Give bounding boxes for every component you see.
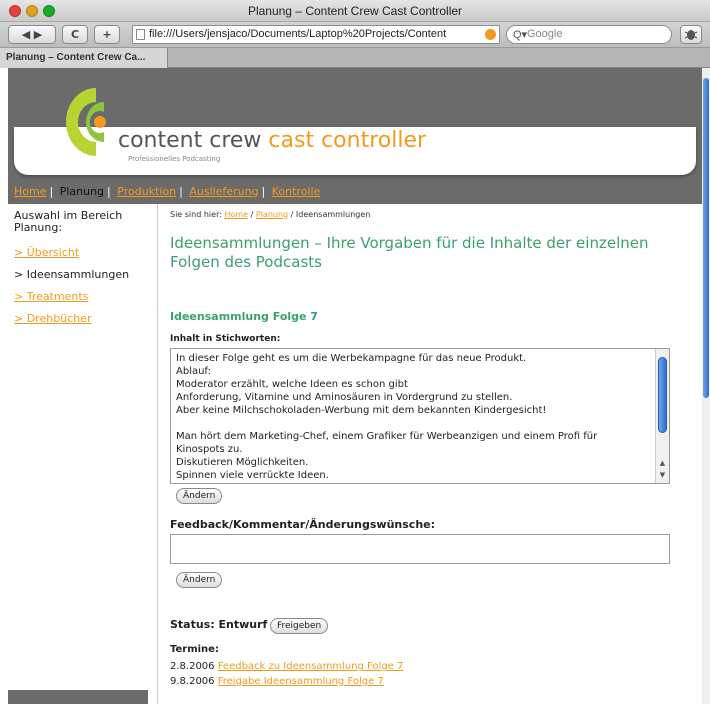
content-line: Kinospots zu. [176,444,243,455]
content-line: Moderator erzählt, welche Ideen es schon… [176,379,408,390]
bug-report-button[interactable] [680,25,702,44]
back-forward-button[interactable]: ◀ ▶ [8,25,56,44]
breadcrumb-separator: / [250,210,254,219]
browser-toolbar: ◀ ▶ C + file:///Users/jensjaco/Documents… [0,22,710,48]
content-line: Spinnen viele verrückte Ideen. [176,470,329,481]
search-field[interactable]: Q▾ Google [506,25,672,44]
tagline: Professionelles Podcasting [128,155,221,163]
termin-item: 2.8.2006 Feedback zu Ideensammlung Folge… [170,661,403,672]
tab-planung[interactable]: Planung – Content Crew Ca... [0,48,168,68]
content-line [176,417,656,430]
termin-link[interactable]: Freigabe Ideensammlung Folge 7 [218,676,384,687]
brand-accent: cast controller [268,128,427,153]
search-placeholder: Google [527,28,563,40]
release-button[interactable]: Freigeben [270,618,329,634]
content-label: Inhalt in Stichworten: [170,334,281,344]
content-crew-logo [65,88,106,156]
main-content: Sie sind hier: Home / Planung / Ideensam… [158,204,702,704]
tab-bar: Planung – Content Crew Ca... [0,48,710,68]
change-content-button[interactable]: Ändern [176,488,223,504]
nav-auslieferung[interactable]: Auslieferung [189,185,258,198]
bug-icon [684,30,698,40]
brand-name: content crew cast controller [118,128,426,153]
breadcrumb-prefix: Sie sind hier: [170,210,222,219]
sidebar-item-treatments[interactable]: > Treatments [14,290,88,303]
textarea-scrollbar[interactable]: ▲ ▼ [655,349,669,483]
termin-item: 9.8.2006 Freigabe Ideensammlung Folge 7 [170,676,384,687]
scrollbar-thumb[interactable] [658,357,667,433]
content-textarea[interactable]: In dieser Folge geht es um die Werbekamp… [170,348,670,484]
sidebar-item-ideensammlungen[interactable]: > Ideensammlungen [14,268,129,281]
termin-date: 2.8.2006 [170,661,215,672]
breadcrumb: Sie sind hier: Home / Planung / Ideensam… [170,210,370,219]
nav-produktion[interactable]: Produktion [117,185,176,198]
termin-date: 9.8.2006 [170,676,215,687]
main-navigation: Home | Planung | Produktion | Auslieferung |… [8,179,702,204]
address-text: file:///Users/jensjaco/Documents/Laptop%… [149,28,447,40]
page-icon [136,29,145,40]
content-line: Aber keine Milchschokoladen-Werbung mit … [176,405,547,416]
window-title: Planung – Content Crew Cast Controller [247,4,463,18]
address-bar[interactable]: file:///Users/jensjaco/Documents/Laptop%… [132,25,500,44]
page-scrollbar-thumb[interactable] [703,78,709,398]
web-page: content crew cast controller Professione… [8,68,702,704]
sidebar-item-uebersicht[interactable]: > Übersicht [14,246,79,259]
nav-home[interactable]: Home [14,185,46,198]
content-line: In dieser Folge geht es um die Werbekamp… [176,353,527,364]
breadcrumb-home[interactable]: Home [224,210,248,219]
site-header: content crew cast controller Professione… [8,68,702,204]
scroll-up-arrow-icon[interactable]: ▲ [656,457,669,469]
nav-kontrolle[interactable]: Kontrolle [272,185,321,198]
sidebar-item-drehbuecher[interactable]: > Drehbücher [14,312,91,325]
termin-link[interactable]: Feedback zu Ideensammlung Folge 7 [218,661,404,672]
content-line: Anforderung, Vitamine und Aminosäuren in… [176,392,513,403]
status-row: Status: Entwurf [170,618,267,631]
breadcrumb-planung[interactable]: Planung [256,210,288,219]
add-bookmark-button[interactable]: + [94,25,120,44]
feedback-input[interactable] [170,534,670,564]
page-title: Ideensammlungen – Ihre Vorgaben für die … [170,234,649,271]
scroll-down-arrow-icon[interactable]: ▼ [656,469,669,481]
status-label: Status: Entwurf [170,618,268,631]
sidebar: Auswahl im Bereich Planung: > Übersicht … [8,204,158,704]
section-heading: Ideensammlung Folge 7 [170,310,318,323]
nav-planung[interactable]: Planung [60,185,104,198]
title-bar: Planung – Content Crew Cast Controller [0,0,710,22]
sidebar-footer [8,690,148,704]
browser-window: Planung – Content Crew Cast Controller ◀… [0,0,710,704]
feedback-label: Feedback/Kommentar/Änderungswünsche: [170,518,436,531]
sidebar-title: Auswahl im Bereich Planung: [14,209,123,234]
content-line: Ablauf: [176,366,211,377]
termine-label: Termine: [170,644,219,655]
page-scrollbar[interactable] [702,68,710,704]
content-line: Man hört dem Marketing-Chef, einem Grafi… [176,431,598,442]
content-lines: In dieser Folge geht es um die Werbekamp… [176,352,656,482]
search-icon: Q▾ [513,29,528,41]
rss-icon[interactable] [485,29,496,40]
reload-button[interactable]: C [62,25,88,44]
brand-main: content crew [118,128,262,153]
content-line: Diskutieren Möglichkeiten. [176,457,309,468]
breadcrumb-separator: / [290,210,294,219]
change-feedback-button[interactable]: Ändern [176,572,223,588]
breadcrumb-current: Ideensammlungen [295,210,371,219]
